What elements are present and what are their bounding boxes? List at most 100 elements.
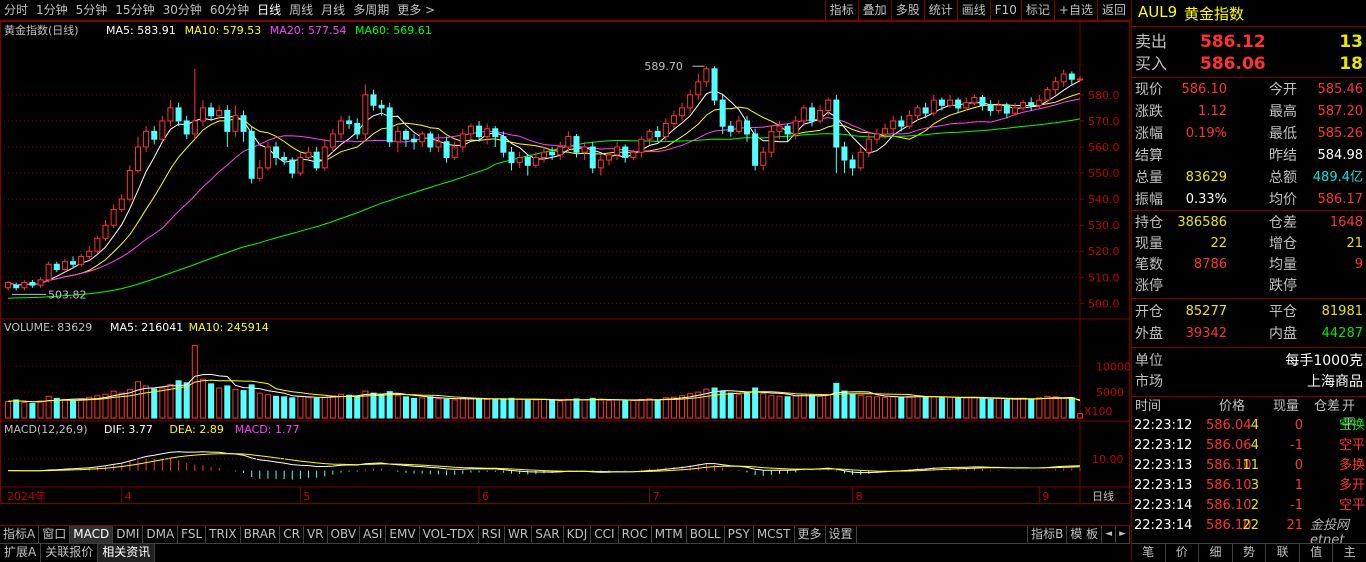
indicator-tab-25[interactable]: 设置 — [826, 526, 857, 543]
candle-body — [21, 282, 28, 289]
period-tab-7[interactable]: 周线 — [285, 0, 317, 20]
candle-body — [955, 99, 962, 109]
period-tab-6[interactable]: 日线 — [253, 0, 285, 20]
volume-bar — [492, 399, 499, 419]
pos-value: 8786 — [1193, 257, 1227, 272]
volume-bar — [524, 399, 531, 419]
tool-button-0[interactable]: 指标 — [824, 0, 858, 20]
bottom-tab-1[interactable]: 关联报价 — [41, 544, 99, 562]
scroll-left-icon[interactable]: ◄ — [1102, 526, 1117, 543]
panel-tab-5[interactable]: 值 — [1300, 544, 1334, 562]
indicator-tab-2[interactable]: MACD — [70, 526, 114, 543]
sell-price: 586.12 — [1200, 32, 1266, 52]
period-tab-1[interactable]: 1分钟 — [32, 0, 72, 20]
tick-row[interactable]: 22:23:12 586.06 4 -1 空平 — [1132, 437, 1366, 455]
panel-tab-3[interactable]: 势 — [1233, 544, 1267, 562]
indicator-tab-22[interactable]: PSY — [725, 526, 754, 543]
period-tab-3[interactable]: 15分钟 — [111, 0, 158, 20]
panel-tab-4[interactable]: 联 — [1266, 544, 1300, 562]
indicator-tab-20[interactable]: MTM — [652, 526, 687, 543]
tick-row[interactable]: 22:23:13 586.10 3 1 多开 — [1132, 477, 1366, 495]
volume-bar — [946, 396, 954, 419]
volume-bar — [175, 380, 182, 419]
tool-button-7[interactable]: +自选 — [1053, 0, 1097, 20]
indicator-tab-15[interactable]: WR — [505, 526, 533, 543]
indicator-tab-1[interactable]: 窗口 — [39, 526, 71, 543]
indicator-tab-13[interactable]: VOL-TDX — [420, 526, 479, 543]
indicator-tab-10[interactable]: OBV — [328, 526, 361, 543]
x-axis-label: 6 — [482, 490, 489, 503]
candlestick-chart[interactable]: 580.0570.0560.0550.0540.0530.0520.0510.0… — [0, 21, 1130, 525]
bottom-tab-0[interactable]: 扩展A — [0, 544, 42, 562]
period-tab-10[interactable]: 更多 > — [393, 0, 439, 20]
indicator-tab-6[interactable]: TRIX — [206, 526, 241, 543]
pos-row-2: 笔数 8786 均量 9 — [1132, 255, 1366, 275]
candle-body — [735, 120, 742, 132]
candle-body — [435, 141, 442, 148]
candle-body — [167, 107, 174, 122]
tool-button-3[interactable]: 统计 — [923, 0, 957, 20]
candle-body — [1076, 78, 1083, 81]
period-tab-2[interactable]: 5分钟 — [72, 0, 112, 20]
market-value: 上海商品 — [1307, 374, 1363, 390]
tool-button-6[interactable]: 标记 — [1020, 0, 1054, 20]
tick-row[interactable]: 22:23:12 586.04 4 0 空换 — [1132, 417, 1366, 435]
tool-button-4[interactable]: 画线 — [956, 0, 990, 20]
tool-button-2[interactable]: 多股 — [890, 0, 924, 20]
volume-bar — [776, 395, 783, 419]
indicator-tab-3[interactable]: DMI — [113, 526, 144, 543]
indicator-tab-7[interactable]: BRAR — [241, 526, 281, 543]
indicator-tab-4[interactable]: DMA — [143, 526, 179, 543]
tick-time: 22:23:14 — [1134, 498, 1193, 513]
indicator-tab-16[interactable]: SAR — [532, 526, 564, 543]
indicator-right-tab-0[interactable]: 指标B — [1028, 526, 1068, 543]
panel-tab-6[interactable]: 主 — [1333, 544, 1366, 562]
tick-row[interactable]: 22:23:13 586.10 11 0 多换 — [1132, 457, 1366, 475]
indicator-tab-11[interactable]: ASI — [360, 526, 387, 543]
indicator-tab-17[interactable]: KDJ — [564, 526, 592, 543]
indicator-tab-0[interactable]: 指标A — [0, 526, 40, 543]
volume-bar — [914, 395, 921, 419]
period-tab-0[interactable]: 分时 — [0, 0, 32, 20]
indicator-tab-19[interactable]: ROC — [619, 526, 652, 543]
buy-row: 买入 586.06 18 — [1132, 54, 1366, 74]
scroll-right-icon[interactable]: ► — [1116, 526, 1130, 543]
bottom-tab-2[interactable]: 相关资讯 — [98, 544, 156, 562]
tool-button-1[interactable]: 叠加 — [857, 0, 891, 20]
indicator-tab-23[interactable]: MCST — [754, 526, 795, 543]
pos-row-0: 持仓 386586 仓差 1648 — [1132, 213, 1366, 233]
panel-tab-2[interactable]: 细 — [1199, 544, 1233, 562]
indicator-tab-5[interactable]: FSL — [178, 526, 207, 543]
indicator-tab-14[interactable]: RSI — [479, 526, 506, 543]
candle-body — [752, 133, 759, 166]
candle-body — [159, 120, 166, 140]
panel-tab-1[interactable]: 价 — [1166, 544, 1200, 562]
tool-button-5[interactable]: F10 — [989, 0, 1021, 20]
period-tab-9[interactable]: 多周期 — [349, 0, 393, 20]
indicator-tab-9[interactable]: VR — [304, 526, 328, 543]
indicator-tab-21[interactable]: BOLL — [687, 526, 725, 543]
volume-bar — [143, 385, 150, 419]
tick-pos-diff: -1 — [1290, 438, 1303, 453]
panel-tab-0[interactable]: 笔 — [1132, 544, 1166, 562]
candle-body — [224, 110, 231, 132]
tool-button-8[interactable]: 返回 — [1096, 0, 1130, 20]
period-tab-4[interactable]: 30分钟 — [159, 0, 206, 20]
candle-body — [549, 151, 556, 156]
period-tab-5[interactable]: 60分钟 — [206, 0, 253, 20]
period-tab-8[interactable]: 月线 — [317, 0, 349, 20]
volume-bar — [1068, 397, 1075, 419]
indicator-right-tab-1[interactable]: 模 板 — [1067, 526, 1103, 543]
candle-body — [94, 237, 101, 252]
indicator-tab-12[interactable]: EMV — [386, 526, 420, 543]
indicator-tab-8[interactable]: CR — [280, 526, 304, 543]
candle-body — [646, 130, 653, 140]
trade-value-2: 44287 — [1321, 326, 1363, 341]
volume-bar — [281, 396, 288, 419]
indicator-tab-18[interactable]: CCI — [591, 526, 619, 543]
tick-row[interactable]: 22:23:14 586.10 2 -1 空平 — [1132, 497, 1366, 515]
pos-label-2: 增仓 — [1269, 236, 1297, 252]
indicator-tab-24[interactable]: 更多 — [795, 526, 826, 543]
volume-bar — [800, 393, 807, 419]
quote-panel: AUL9 黄金指数 卖出 586.12 13 买入 586.06 18 现价 58… — [1131, 0, 1366, 562]
